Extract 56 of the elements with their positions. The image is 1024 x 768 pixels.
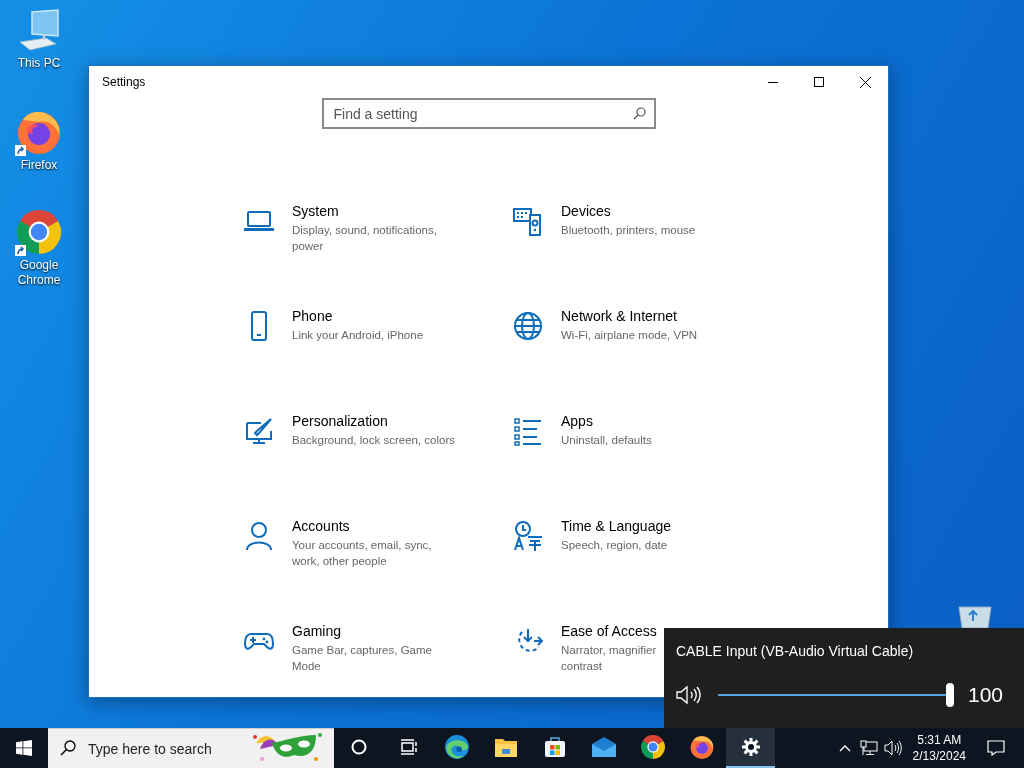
category-title[interactable]: Network & Internet [561,308,698,324]
chrome-icon[interactable] [639,734,666,760]
category-title[interactable]: System [292,203,437,219]
category-description: Display, sound, notifications, power [292,223,437,254]
desktop-icon-label[interactable]: This PC [6,56,72,71]
search-field[interactable]: Find a setting [321,98,656,129]
category-description: Speech, region, date [561,538,669,553]
maximize-icon[interactable] [814,77,824,87]
category-description: Link your Android, iPhone [292,328,424,343]
close-icon[interactable] [859,76,871,88]
settings-icon[interactable] [740,737,761,757]
desktop-icon-label[interactable]: Google Chrome [6,258,72,288]
search-icon [632,107,646,120]
device-name: CABLE Input (VB-Audio Virtual Cable) [676,643,915,659]
category-description: Bluetooth, printers, mouse [561,223,696,238]
edge-icon[interactable] [443,734,470,760]
category-description: Uninstall, defaults [561,433,652,448]
chrome-icon [15,208,63,256]
slider-thumb[interactable] [946,683,954,707]
clock[interactable]: 5:31 AM 2/13/2024 [904,732,974,764]
category-description: Your accounts, email, sync, work, other people [292,538,432,569]
task-view-icon[interactable] [398,739,417,755]
monitor-brush-icon[interactable] [243,415,275,447]
category-title[interactable]: Personalization [292,413,455,429]
volume-value: 100 [968,683,1004,707]
speaker-icon[interactable] [676,685,702,705]
category-title[interactable]: Accounts [292,518,432,534]
taskbar-search-field[interactable]: Type here to search [48,728,334,768]
category-description: Narrator, magnifier contrast [561,643,657,674]
circle-icon[interactable] [350,739,367,755]
clock-letters-icon[interactable] [512,520,544,552]
folder-icon[interactable] [493,736,518,758]
category-description: Background, lock screen, colors [292,433,455,448]
category-title[interactable]: Apps [561,413,652,429]
caret-icon[interactable] [838,744,851,752]
windows-logo-icon[interactable] [16,740,32,756]
taskbar-app-button[interactable] [726,728,775,768]
store-bag-icon[interactable] [542,735,567,759]
category-title[interactable]: Devices [561,203,696,219]
window-title: Settings [101,75,147,89]
category-title[interactable]: Phone [292,308,424,324]
category-title[interactable]: Time & Language [561,518,671,534]
search-icon [60,740,76,756]
firefox-icon[interactable] [688,734,715,760]
list-icon[interactable] [512,415,544,447]
desktop-icon-label[interactable]: Firefox [6,158,72,173]
keyboard-speaker-icon[interactable] [512,205,544,237]
envelope-icon[interactable] [590,736,617,758]
category-description: Game Bar, captures, Game Mode [292,643,432,674]
globe-icon[interactable] [512,310,544,342]
person-icon[interactable] [243,520,275,552]
category-title[interactable]: Ease of Access [561,623,657,639]
category-description: Wi-Fi, airplane mode, VPN [561,328,698,343]
category-title[interactable]: Gaming [292,623,432,639]
recycle-bin-icon[interactable] [955,603,995,628]
minimize-icon[interactable] [768,81,778,83]
